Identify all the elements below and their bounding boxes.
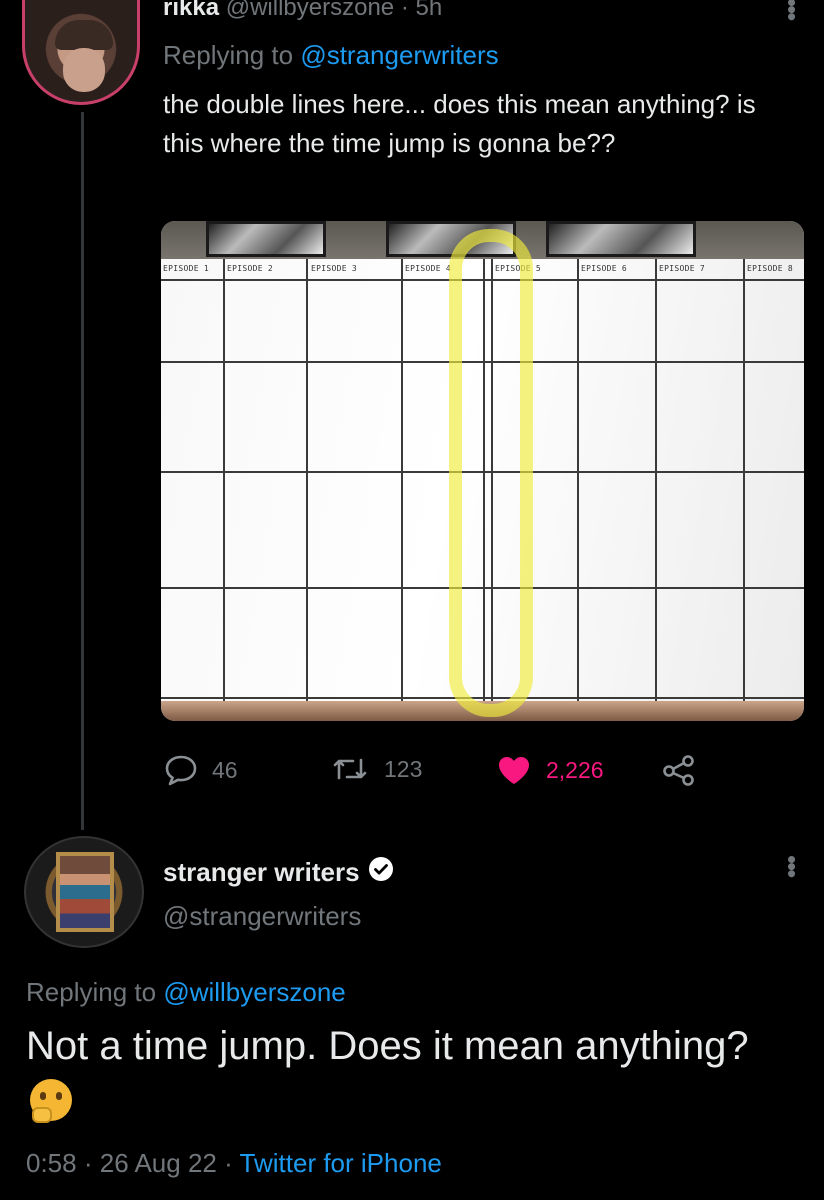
reply-count: 46 <box>212 756 238 783</box>
like-count: 2,226 <box>546 756 604 783</box>
tweet2-client[interactable]: Twitter for iPhone <box>240 1148 442 1178</box>
grid-line <box>743 259 745 701</box>
tweet2-date[interactable]: 26 Aug 22 <box>100 1148 217 1178</box>
episode-label: EPISODE 1 <box>163 264 210 273</box>
episode-label: EPISODE 7 <box>659 264 706 273</box>
share-button[interactable] <box>662 754 696 786</box>
replying-to-label: Replying to <box>26 977 157 1007</box>
tweet1-time[interactable]: 5h <box>416 0 443 21</box>
verified-badge-icon <box>368 856 394 889</box>
tweet2-author-name[interactable]: stranger writers <box>163 857 360 888</box>
episode-label: EPISODE 3 <box>311 264 358 273</box>
episode-label: EPISODE 2 <box>227 264 274 273</box>
avatar-portrait <box>56 852 114 932</box>
retweet-icon <box>330 754 370 784</box>
replying-to-mention[interactable]: @strangerwriters <box>300 40 498 70</box>
tweet2-text: Not a time jump. Does it mean anything? <box>26 1018 796 1130</box>
episode-label: EPISODE 8 <box>747 264 794 273</box>
tweet2-author[interactable]: stranger writers <box>163 856 394 889</box>
avatar-rikka[interactable] <box>22 0 140 105</box>
episode-label: EPISODE 6 <box>581 264 628 273</box>
replying-to-label: Replying to <box>163 40 294 70</box>
tweet1-author-name[interactable]: rikka <box>163 0 219 21</box>
tweet1-text: the double lines here... does this mean … <box>163 89 756 158</box>
reply-icon <box>164 754 198 786</box>
tweet1-replying-to: Replying to @strangerwriters <box>163 40 499 71</box>
tweet2-time[interactable]: 0:58 <box>26 1148 77 1178</box>
tweet1-separator: · <box>400 0 409 21</box>
more-options-icon[interactable]: ••• <box>776 855 807 876</box>
avatar-stranger-writers[interactable] <box>24 836 144 948</box>
grid-line <box>401 259 403 701</box>
meta-separator: · <box>83 1148 93 1178</box>
like-button[interactable]: 2,226 <box>496 754 604 786</box>
more-options-icon[interactable]: ••• <box>776 0 807 19</box>
tweet2-body: Not a time jump. Does it mean anything? <box>26 1024 749 1068</box>
tweet1-author-handle[interactable]: @willbyerszone <box>226 0 394 21</box>
highlight-oval <box>449 229 533 717</box>
tweet2-replying-to: Replying to @willbyerszone <box>26 977 346 1008</box>
episode-label: EPISODE 4 <box>405 264 452 273</box>
tweet1-header: rikka @willbyerszone · 5h <box>163 0 442 22</box>
wall-frame <box>546 221 696 257</box>
thread-connector <box>81 112 84 830</box>
grid-line <box>223 259 225 701</box>
retweet-count: 123 <box>384 755 423 782</box>
tweet1-photo[interactable]: EPISODE 1 EPISODE 2 EPISODE 3 EPISODE 4 … <box>161 221 804 721</box>
meta-separator: · <box>224 1148 233 1178</box>
retweet-button[interactable]: 123 <box>330 754 422 784</box>
tweet2-author-handle[interactable]: @strangerwriters <box>163 901 361 932</box>
grid-line <box>655 259 657 701</box>
thinking-face-icon <box>30 1079 72 1123</box>
reply-button[interactable]: 46 <box>164 754 238 786</box>
grid-line <box>577 259 579 701</box>
wall-frame <box>206 221 326 257</box>
tweet2-meta: 0:58 · 26 Aug 22 · Twitter for iPhone <box>26 1148 442 1179</box>
grid-line <box>306 259 308 701</box>
replying-to-mention[interactable]: @willbyerszone <box>163 977 345 1007</box>
share-icon <box>662 754 696 786</box>
heart-icon <box>496 754 532 786</box>
